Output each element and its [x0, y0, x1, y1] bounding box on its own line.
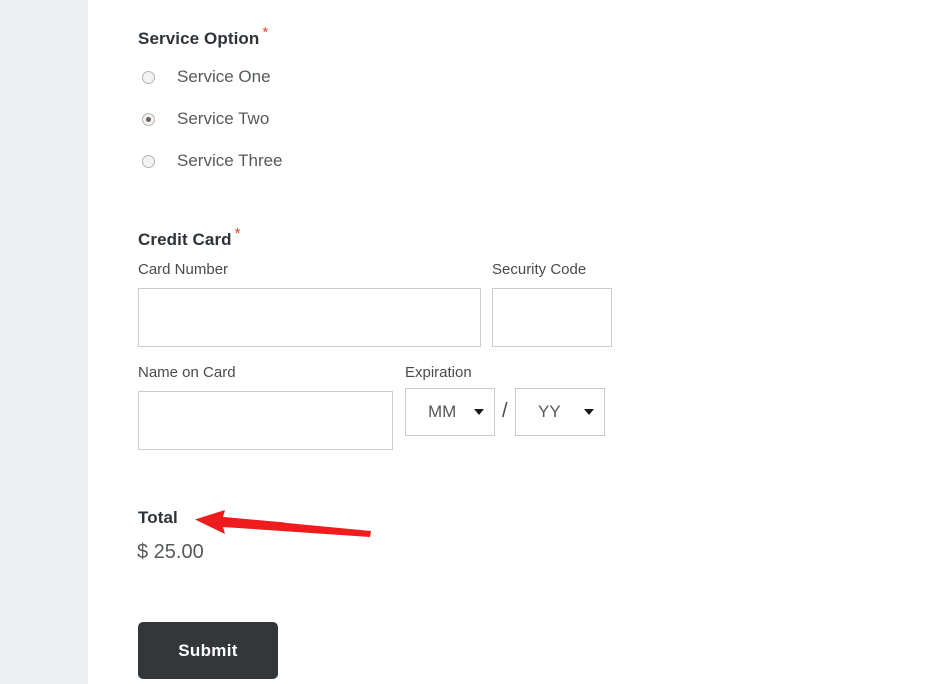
expiration-year-select[interactable]: YY: [515, 388, 605, 436]
expiration-month-select[interactable]: MM: [405, 388, 495, 436]
credit-card-heading-text: Credit Card: [138, 230, 232, 249]
expiration-separator: /: [502, 400, 508, 422]
total-label: Total: [138, 508, 178, 527]
expiration-month-value: MM: [428, 402, 457, 421]
required-asterisk-credit-card: *: [234, 225, 241, 243]
chevron-down-icon-month: [474, 409, 484, 415]
expiration-year-value: YY: [538, 402, 561, 421]
chevron-down-icon-year: [584, 409, 594, 415]
required-asterisk-service-option: *: [262, 24, 269, 42]
page-root: Service Option * Service One Service Two …: [0, 0, 940, 684]
security-code-label: Security Code: [492, 261, 587, 278]
left-sidebar-panel: [0, 0, 88, 684]
credit-card-heading: Credit Card *: [138, 226, 241, 250]
radio-label-service-two: Service Two: [177, 109, 270, 128]
total-amount: $ 25.00: [137, 541, 204, 563]
card-number-label: Card Number: [138, 261, 229, 278]
name-on-card-input[interactable]: [138, 391, 393, 450]
name-on-card-label: Name on Card: [138, 364, 236, 381]
radio-label-service-one: Service One: [177, 67, 271, 86]
expiration-label: Expiration: [405, 364, 472, 381]
radio-button-service-three[interactable]: [142, 154, 155, 168]
radio-option-service-three[interactable]: Service Three: [142, 151, 283, 171]
arrow-left-annotation-icon: [195, 510, 371, 537]
service-option-heading: Service Option *: [138, 25, 268, 49]
security-code-input[interactable]: [492, 288, 612, 347]
radio-button-service-two[interactable]: [142, 112, 155, 126]
form-content-area: Service Option * Service One Service Two …: [88, 0, 940, 684]
card-number-input[interactable]: [138, 288, 481, 347]
submit-button[interactable]: Submit: [138, 622, 278, 679]
radio-button-service-one[interactable]: [142, 70, 155, 84]
radio-option-service-one[interactable]: Service One: [142, 67, 271, 87]
service-option-heading-text: Service Option: [138, 29, 260, 48]
radio-option-service-two[interactable]: Service Two: [142, 109, 269, 129]
radio-label-service-three: Service Three: [177, 151, 283, 170]
